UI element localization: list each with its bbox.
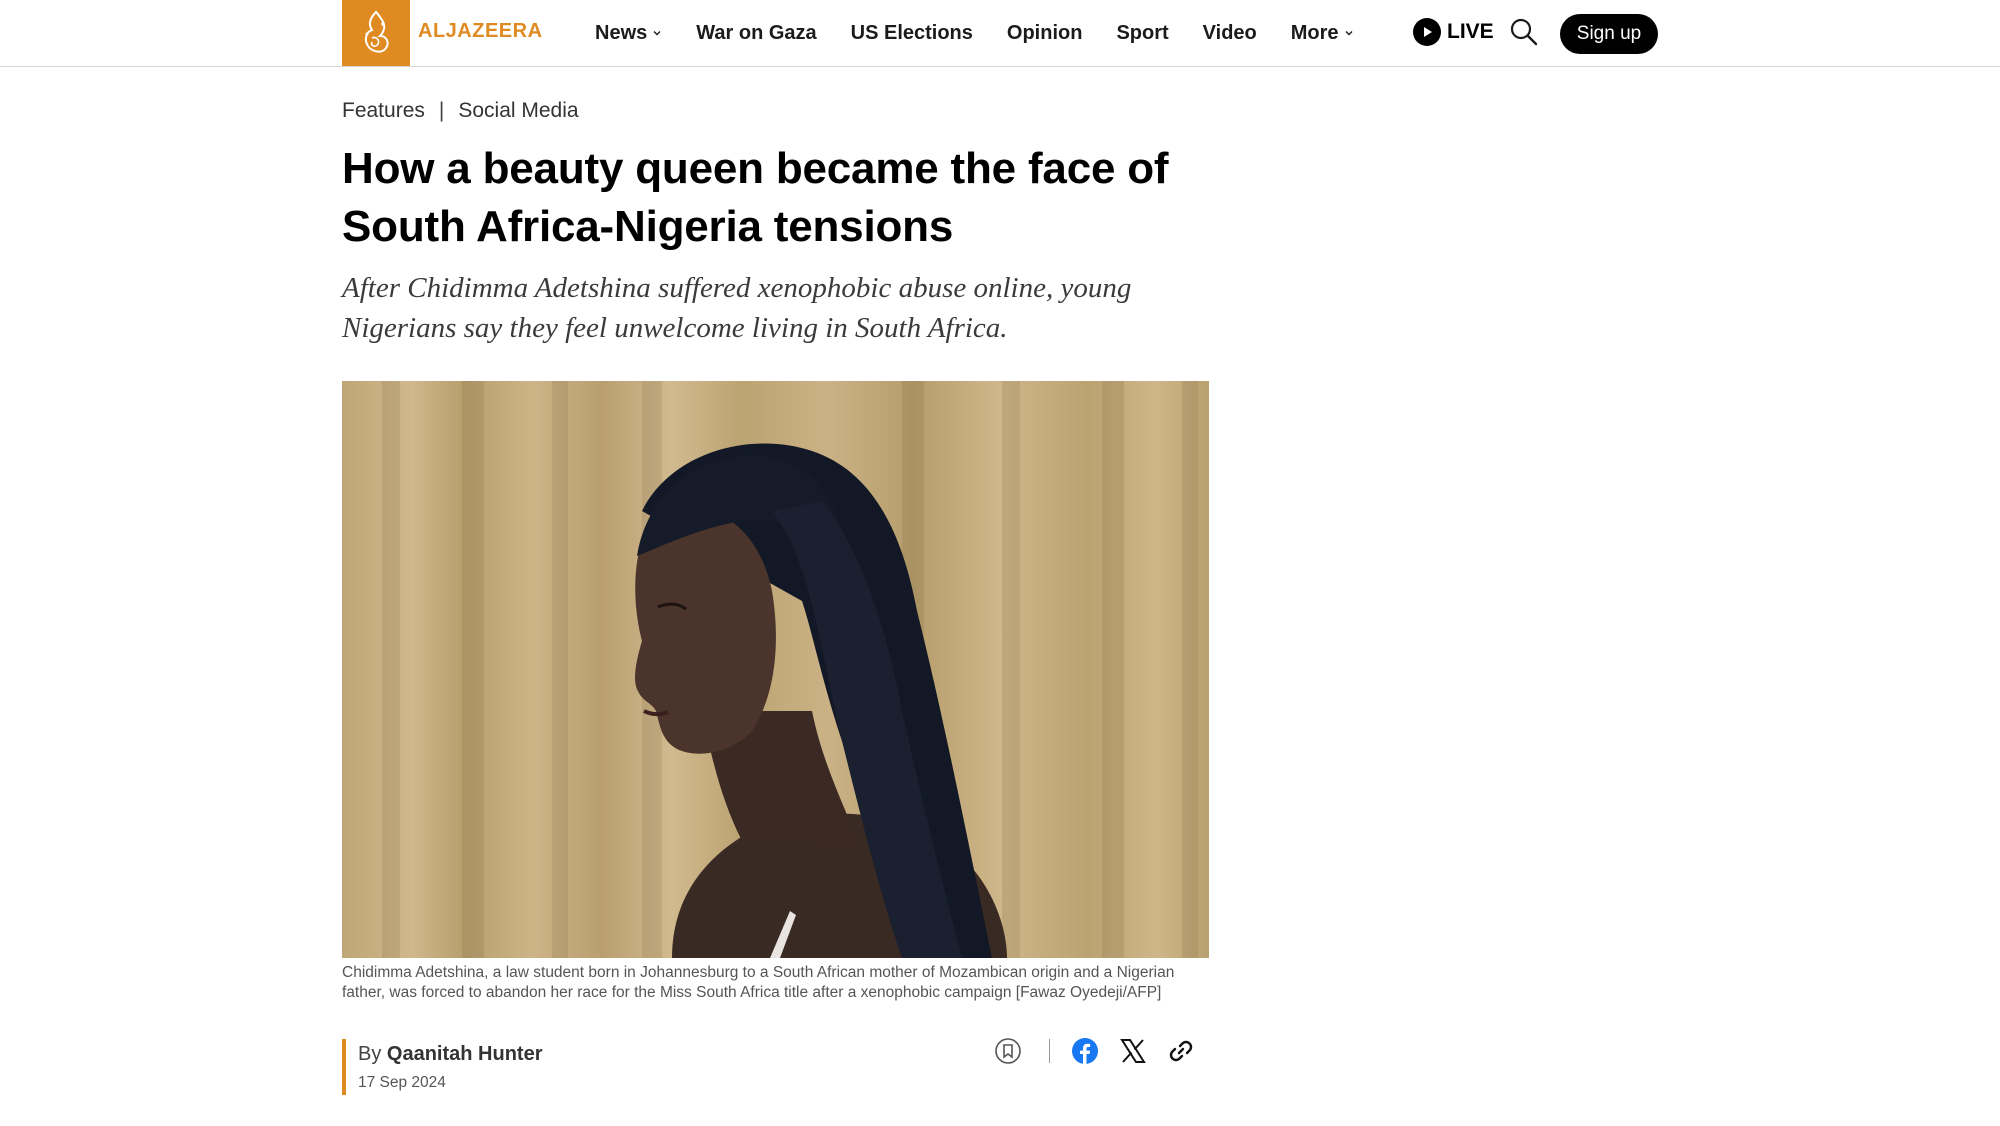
byline-prefix: By xyxy=(358,1043,382,1065)
nav-item-label: US Elections xyxy=(850,21,973,44)
breadcrumb-social-media[interactable]: Social Media xyxy=(458,99,578,123)
share-divider xyxy=(1049,1039,1050,1063)
breadcrumb-separator: | xyxy=(438,99,445,122)
article-subtitle: After Chidimma Adetshina suffered xenoph… xyxy=(342,272,1132,344)
nav-item-us-elections[interactable]: US Elections xyxy=(851,22,973,45)
x-icon[interactable] xyxy=(1118,1036,1148,1066)
nav-item-label: Opinion xyxy=(1006,21,1083,44)
breadcrumb-features[interactable]: Features xyxy=(342,99,425,123)
nav-item-label: News xyxy=(595,21,648,44)
bookmark-icon[interactable] xyxy=(993,1036,1023,1066)
live-label: LIVE xyxy=(1447,20,1494,43)
article-title: How a beauty queen became the face of So… xyxy=(342,144,1169,251)
nav-item-war-on-gaza[interactable]: War on Gaza xyxy=(696,22,816,45)
nav-item-label: Sport xyxy=(1116,21,1169,44)
nav-item-video[interactable]: Video xyxy=(1203,22,1257,45)
logo-wordmark[interactable]: ALJAZEERA xyxy=(418,20,543,43)
image-caption: Chidimma Adetshina, a law student born i… xyxy=(342,964,1175,1001)
logo-emblem[interactable] xyxy=(342,0,410,66)
aljazeera-logo-icon xyxy=(364,10,389,53)
nav-item-sport[interactable]: Sport xyxy=(1116,22,1168,45)
facebook-icon[interactable] xyxy=(1070,1036,1100,1066)
nav-item-more[interactable]: More xyxy=(1291,22,1354,45)
main-nav: News War on Gaza US Elections Opinion Sp… xyxy=(595,0,1388,66)
play-icon xyxy=(1413,18,1441,46)
nav-item-label: More xyxy=(1290,21,1339,44)
nav-item-opinion[interactable]: Opinion xyxy=(1007,22,1083,45)
live-button[interactable]: LIVE xyxy=(1413,18,1494,46)
nav-item-label: Video xyxy=(1202,21,1257,44)
chevron-down-icon xyxy=(1345,31,1353,36)
article-hero-image xyxy=(342,381,1209,958)
signup-button[interactable]: Sign up xyxy=(1560,14,1658,54)
site-header: ALJAZEERA News War on Gaza US Elections … xyxy=(0,0,2000,67)
portrait-illustration xyxy=(382,381,1198,958)
search-icon[interactable] xyxy=(1509,17,1539,47)
author-name[interactable]: Qaanitah Hunter xyxy=(387,1043,543,1065)
byline-author-line: By Qaanitah Hunter xyxy=(358,1043,542,1066)
byline: By Qaanitah Hunter 17 Sep 2024 xyxy=(342,1039,542,1095)
nav-item-news[interactable]: News xyxy=(595,22,662,45)
breadcrumb: Features | Social Media xyxy=(342,99,579,123)
nav-item-label: War on Gaza xyxy=(696,21,817,44)
publish-date: 17 Sep 2024 xyxy=(358,1074,446,1091)
chevron-down-icon xyxy=(653,31,661,36)
link-icon[interactable] xyxy=(1166,1036,1196,1066)
share-toolbar xyxy=(993,1036,1196,1066)
